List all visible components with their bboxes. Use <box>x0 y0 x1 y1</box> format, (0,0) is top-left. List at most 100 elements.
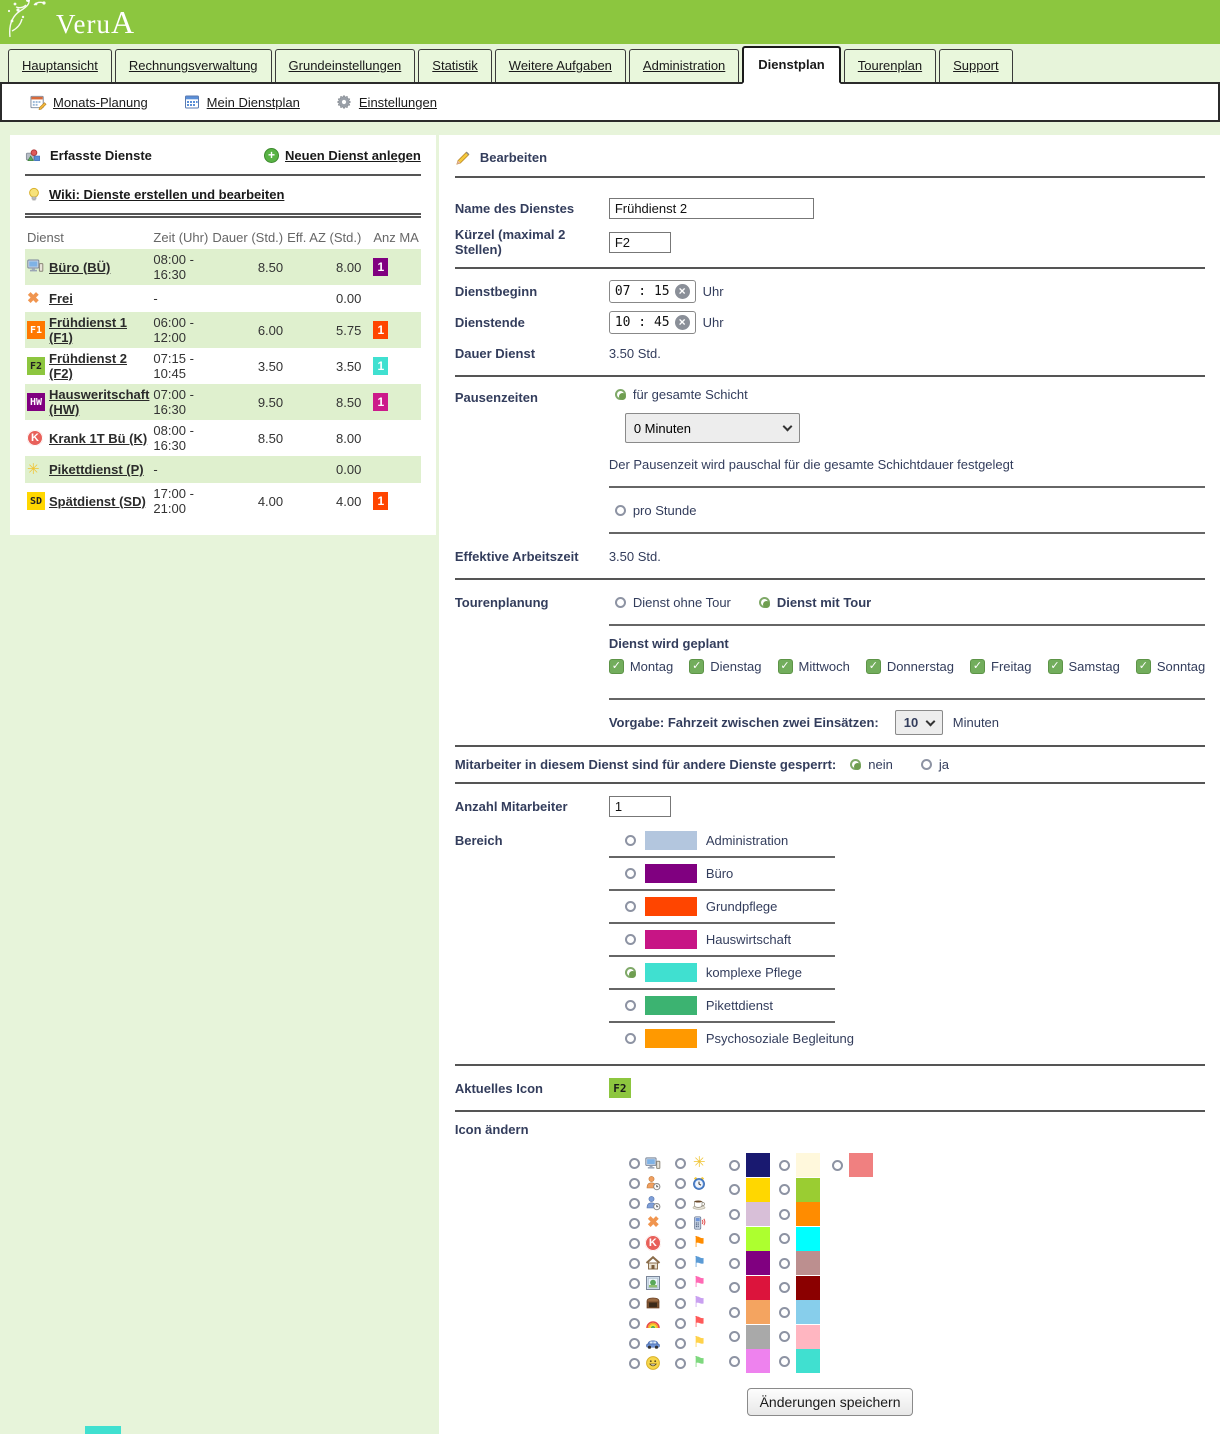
tab-administration[interactable]: Administration <box>629 49 739 82</box>
bereich-option-pikettdienst[interactable]: Pikettdienst <box>609 996 1205 1015</box>
color-option[interactable] <box>729 1153 779 1177</box>
icon-option-coffee-cup[interactable] <box>675 1193 729 1213</box>
tab-grundeinstellungen[interactable]: Grundeinstellungen <box>275 49 416 82</box>
icon-option-smiley[interactable] <box>629 1353 675 1373</box>
kuerzel-input[interactable] <box>609 232 671 253</box>
bereich-option-komplexe-pflege[interactable]: komplexe Pflege <box>609 963 1205 982</box>
dienst-link[interactable]: Krank 1T Bü (K) <box>49 431 147 446</box>
pausen-minuten-select[interactable]: 0 Minuten <box>625 413 800 443</box>
color-option[interactable] <box>779 1178 832 1202</box>
app-header: VeruA <box>0 0 1220 44</box>
radio-gesperrt-ja[interactable]: ja <box>921 757 949 772</box>
subnav-einstellungen[interactable]: Einstellungen <box>336 94 437 111</box>
subnav-mein-dienstplan[interactable]: Mein Dienstplan <box>184 94 300 111</box>
bereich-option-grundpflege[interactable]: Grundpflege <box>609 897 1205 916</box>
icon-option-flag-yellow[interactable]: ⚑ <box>675 1333 729 1353</box>
clear-time-icon[interactable] <box>675 315 690 330</box>
tab-rechnungsverwaltung[interactable]: Rechnungsverwaltung <box>115 49 272 82</box>
color-option[interactable] <box>779 1153 832 1177</box>
dienst-link[interactable]: Pikettdienst (P) <box>49 462 144 477</box>
icon-option-flag-blue[interactable]: ⚑ <box>675 1253 729 1273</box>
icon-option-rainbow[interactable] <box>629 1313 675 1333</box>
tab-statistik[interactable]: Statistik <box>418 49 492 82</box>
dienst-link[interactable]: Frei <box>49 291 73 306</box>
color-option[interactable] <box>729 1251 779 1275</box>
color-option[interactable] <box>832 1153 892 1177</box>
color-option[interactable] <box>779 1300 832 1324</box>
icon-option-alarm-clock[interactable] <box>675 1173 729 1193</box>
icon-option-chest[interactable] <box>629 1293 675 1313</box>
dienst-link[interactable]: Hausweritschaft (HW) <box>49 387 149 417</box>
bereich-option-buero[interactable]: Büro <box>609 864 1205 883</box>
color-option[interactable] <box>729 1325 779 1349</box>
checkbox-mittwoch[interactable]: Mittwoch <box>778 659 850 674</box>
checkbox-sonntag[interactable]: Sonntag <box>1136 659 1205 674</box>
icon-option-house[interactable] <box>629 1253 675 1273</box>
checkbox-dienstag[interactable]: Dienstag <box>689 659 761 674</box>
table-row: ✖ Frei - 0.00 <box>25 285 421 312</box>
color-option[interactable] <box>729 1227 779 1251</box>
radio-gesperrt-nein[interactable]: nein <box>850 757 893 772</box>
icon-option-krank[interactable]: K <box>629 1233 675 1253</box>
dienstbeginn-input[interactable]: 07 : 15 <box>609 280 696 303</box>
color-option[interactable] <box>729 1276 779 1300</box>
checkbox-samstag[interactable]: Samstag <box>1048 659 1120 674</box>
anzahl-mitarbeiter-input[interactable] <box>609 796 671 817</box>
icon-option-person-blue-clock[interactable] <box>629 1193 675 1213</box>
dienst-link[interactable]: Büro (BÜ) <box>49 260 110 275</box>
color-option[interactable] <box>779 1227 832 1251</box>
tab-tourenplan[interactable]: Tourenplan <box>844 49 936 82</box>
icon-option-flag-violet[interactable]: ⚑ <box>675 1293 729 1313</box>
color-option[interactable] <box>729 1202 779 1226</box>
bereich-option-hauswirtschaft[interactable]: Hauswirtschaft <box>609 930 1205 949</box>
icon-option-flag-orange[interactable]: ⚑ <box>675 1233 729 1253</box>
bereich-option-psychosoziale-begleitung[interactable]: Psychosoziale Begleitung <box>609 1029 1205 1048</box>
blocks-icon <box>25 147 42 164</box>
icon-option-computer[interactable] <box>629 1153 675 1173</box>
tab-weitere-aufgaben[interactable]: Weitere Aufgaben <box>495 49 626 82</box>
neuen-dienst-anlegen-link[interactable]: + Neuen Dienst anlegen <box>264 148 421 163</box>
wiki-link[interactable]: Wiki: Dienste erstellen und bearbeiten <box>25 186 421 203</box>
radio-fuer-gesamte-schicht[interactable]: für gesamte Schicht <box>609 387 748 402</box>
color-option[interactable] <box>779 1276 832 1300</box>
color-option[interactable] <box>729 1349 779 1373</box>
icon-option-flag-pink[interactable]: ⚑ <box>675 1273 729 1293</box>
icon-option-flag-green[interactable]: ⚑ <box>675 1353 729 1373</box>
color-option[interactable] <box>779 1349 832 1373</box>
checkbox-freitag[interactable]: Freitag <box>970 659 1031 674</box>
tab-dienstplan[interactable]: Dienstplan <box>742 46 840 84</box>
name-input[interactable] <box>609 198 814 219</box>
icon-option-cross[interactable]: ✖ <box>629 1213 675 1233</box>
checkbox-montag[interactable]: Montag <box>609 659 673 674</box>
clear-time-icon[interactable] <box>675 284 690 299</box>
radio-dienst-ohne-tour[interactable]: Dienst ohne Tour <box>615 595 731 610</box>
color-option[interactable] <box>779 1251 832 1275</box>
tab-support[interactable]: Support <box>939 49 1013 82</box>
icon-option-mobile-phone[interactable] <box>675 1213 729 1233</box>
radio-pro-stunde[interactable]: pro Stunde <box>609 503 1205 518</box>
save-button[interactable]: Änderungen speichern <box>747 1388 914 1416</box>
icon-option-picture[interactable] <box>629 1273 675 1293</box>
subnav-monats-planung[interactable]: Monats-Planung <box>30 94 148 111</box>
table-row: Büro (BÜ) 08:00 - 16:30 8.50 8.00 1 <box>25 249 421 285</box>
checkbox-donnerstag[interactable]: Donnerstag <box>866 659 954 674</box>
dienst-link[interactable]: Frühdienst 1 (F1) <box>49 315 127 345</box>
bereich-option-administration[interactable]: Administration <box>609 831 1205 850</box>
icon-option-asterisk[interactable]: ✳ <box>675 1153 729 1173</box>
icon-option-car[interactable] <box>629 1333 675 1353</box>
icon-option-person-orange-clock[interactable] <box>629 1173 675 1193</box>
divider <box>455 1064 1205 1066</box>
dienst-link[interactable]: Spätdienst (SD) <box>49 494 146 509</box>
color-option[interactable] <box>729 1178 779 1202</box>
tab-hauptansicht[interactable]: Hauptansicht <box>8 49 112 82</box>
dienst-link[interactable]: Frühdienst 2 (F2) <box>49 351 127 381</box>
color-swatch <box>746 1300 770 1324</box>
icon-option-flag-red[interactable]: ⚑ <box>675 1313 729 1333</box>
color-option[interactable] <box>779 1202 832 1226</box>
fahrzeit-select[interactable]: 10 <box>895 710 943 735</box>
radio-icon <box>921 759 932 770</box>
color-option[interactable] <box>729 1300 779 1324</box>
color-option[interactable] <box>779 1325 832 1349</box>
radio-dienst-mit-tour[interactable]: Dienst mit Tour <box>759 595 871 610</box>
dienstende-input[interactable]: 10 : 45 <box>609 311 696 334</box>
